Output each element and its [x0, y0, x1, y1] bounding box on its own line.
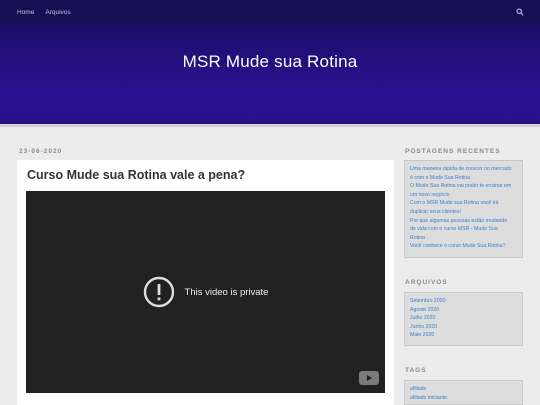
site-header: MSR Mude sua Rotina [0, 24, 540, 127]
recent-post-link[interactable]: Uma maneira rápida de crescer no mercado [410, 165, 517, 174]
recent-posts-title: POSTAGENS RECENTES [405, 148, 501, 155]
recent-post-link[interactable]: um novo negócio [410, 191, 517, 200]
archives-title: ARQUIVOS [405, 279, 448, 286]
archive-link[interactable]: Agosto 2020 [410, 306, 517, 315]
search-icon[interactable] [516, 8, 524, 16]
recent-post-link[interactable]: duplicar seus clientes! [410, 208, 517, 217]
archive-link[interactable]: Junho 2020 [410, 323, 517, 332]
post-date: 23-06-2020 [19, 148, 63, 155]
archive-link[interactable]: Maio 2020 [410, 331, 517, 340]
tags-title: TAGS [405, 367, 427, 374]
video-player[interactable]: This video is private [26, 191, 385, 393]
recent-post-link[interactable]: Rotina [410, 234, 517, 243]
nav-arquivos-link[interactable]: Arquivos [45, 9, 70, 16]
recent-post-link[interactable]: de vida com o curso MSR - Mude Sua [410, 225, 517, 234]
recent-post-link[interactable]: é com o Mude Sua Rotina [410, 174, 517, 183]
recent-post-link[interactable]: O Mude Sua Rotina vai poder te ensinar e… [410, 182, 517, 191]
tag-link[interactable]: afiliado [410, 385, 517, 394]
video-private-message: This video is private [26, 191, 385, 393]
youtube-logo-icon[interactable] [359, 371, 379, 385]
site-title[interactable]: MSR Mude sua Rotina [0, 52, 540, 72]
tags-widget: afiliado afiliado iniciante [404, 380, 523, 405]
post-card: Curso Mude sua Rotina vale a pena? This … [17, 160, 394, 405]
recent-posts-widget: Uma maneira rápida de crescer no mercado… [404, 160, 523, 258]
archive-link[interactable]: Setembro 2020 [410, 297, 517, 306]
archive-link[interactable]: Julho 2020 [410, 314, 517, 323]
alert-icon [143, 276, 174, 308]
recent-post-link[interactable]: Com o MSR Mude sua Rotina você irá [410, 199, 517, 208]
video-message-text: This video is private [184, 286, 269, 298]
nav-home-link[interactable]: Home [17, 9, 34, 16]
archives-widget: Setembro 2020 Agosto 2020 Julho 2020 Jun… [404, 292, 523, 346]
recent-post-link[interactable]: Por que algumas pessoas estão mudando [410, 217, 517, 226]
tag-link[interactable]: afiliado iniciante [410, 394, 517, 403]
recent-post-link[interactable]: Você conhece o curso Mude Sua Rotina? [410, 242, 517, 251]
top-navigation: Home Arquivos [0, 0, 540, 24]
post-title[interactable]: Curso Mude sua Rotina vale a pena? [27, 168, 245, 182]
